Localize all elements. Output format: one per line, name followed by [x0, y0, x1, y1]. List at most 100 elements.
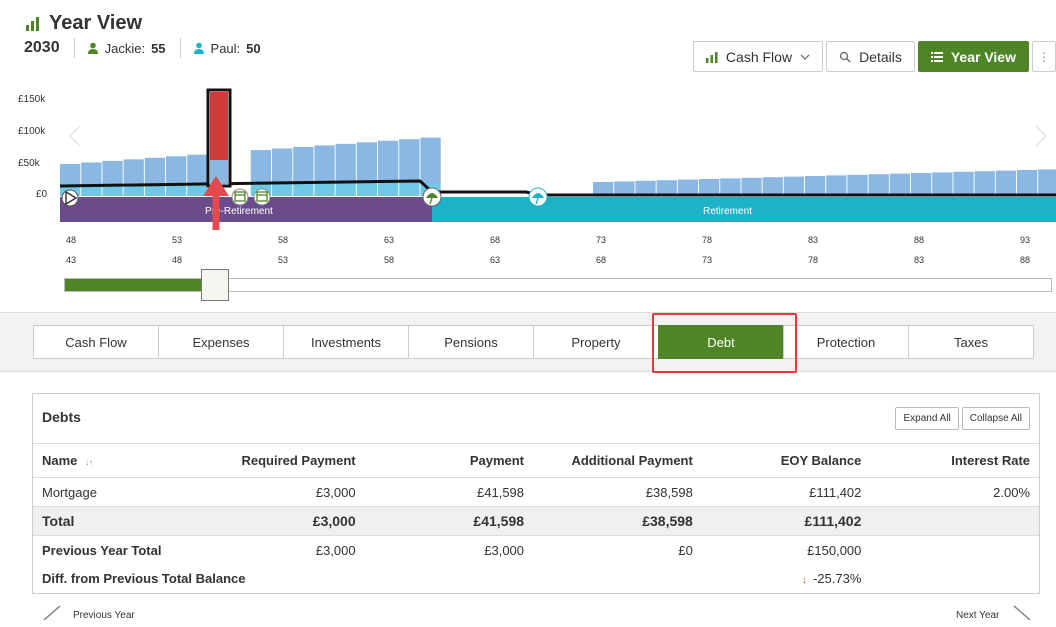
- chart-scroll-left-icon[interactable]: [68, 125, 81, 147]
- age-label: 48: [172, 255, 183, 265]
- cell: Mortgage: [33, 477, 183, 507]
- age-label: 78: [702, 235, 713, 245]
- cash-flow-bar-base: [314, 184, 335, 196]
- tab-debt[interactable]: Debt: [658, 325, 784, 359]
- expand-all-button[interactable]: Expand All: [895, 407, 959, 430]
- age-label: 88: [1020, 255, 1031, 265]
- cash-flow-bar[interactable]: [614, 181, 635, 194]
- cash-flow-bar[interactable]: [81, 162, 102, 184]
- cash-flow-bar[interactable]: [60, 164, 81, 184]
- collapse-all-button[interactable]: Collapse All: [961, 407, 1030, 430]
- cash-flow-bar[interactable]: [1017, 170, 1038, 194]
- cell: £3,000: [182, 506, 365, 536]
- calendar-event-icon[interactable]: [231, 188, 249, 206]
- cash-flow-bar[interactable]: [420, 137, 441, 184]
- retirement-umbrella-icon[interactable]: [528, 187, 548, 207]
- cash-flow-bar[interactable]: [995, 170, 1017, 194]
- cash-flow-bar[interactable]: [656, 180, 677, 194]
- column-header: Payment: [364, 443, 534, 478]
- cash-flow-bar-base: [293, 184, 314, 196]
- cash-flow-bar[interactable]: [677, 179, 699, 194]
- cash-flow-bar[interactable]: [102, 160, 123, 184]
- cash-flow-bar[interactable]: [378, 140, 399, 184]
- cash-flow-bar[interactable]: [356, 142, 378, 184]
- tab-protection[interactable]: Protection: [783, 325, 909, 359]
- cash-flow-bar[interactable]: [953, 171, 974, 194]
- cash-flow-bar[interactable]: [762, 177, 783, 194]
- cash-flow-bar[interactable]: [868, 174, 889, 194]
- cash-flow-bar[interactable]: [635, 180, 656, 194]
- year-view-button[interactable]: Year View: [917, 41, 1029, 72]
- chart-canvas[interactable]: Pre-Retirement Retirement: [0, 80, 1056, 230]
- sort-icon[interactable]: ↓↑: [85, 458, 93, 467]
- cash-flow-dropdown[interactable]: Cash Flow: [692, 41, 824, 72]
- tab-expenses[interactable]: Expenses: [158, 325, 284, 359]
- details-button[interactable]: Details: [826, 41, 915, 72]
- cash-flow-bar[interactable]: [314, 145, 335, 184]
- retirement-umbrella-icon[interactable]: [422, 187, 442, 207]
- previous-year-link[interactable]: Previous Year: [40, 605, 135, 621]
- cash-flow-bar-base: [272, 184, 293, 196]
- cash-flow-bar[interactable]: [250, 150, 272, 184]
- tab-pensions[interactable]: Pensions: [408, 325, 534, 359]
- retirement-label: Retirement: [703, 206, 752, 217]
- cash-flow-bar-base: [335, 184, 356, 196]
- panel-title: Debts: [42, 409, 81, 425]
- column-header: EOY Balance: [701, 443, 871, 478]
- cash-flow-bar[interactable]: [805, 176, 826, 194]
- timeline-scroll-handle[interactable]: [201, 269, 229, 301]
- page-title: Year View: [49, 12, 143, 34]
- cash-flow-bar[interactable]: [272, 148, 293, 185]
- play-marker-icon[interactable]: [61, 189, 79, 207]
- cash-flow-bar[interactable]: [741, 177, 762, 194]
- cash-flow-bar[interactable]: [123, 159, 144, 184]
- age-label: 68: [596, 255, 607, 265]
- cash-flow-bar[interactable]: [293, 146, 314, 184]
- cash-flow-bar[interactable]: [699, 179, 720, 194]
- bar-chart-icon: [26, 16, 39, 31]
- column-header-name[interactable]: Name ↓↑: [33, 443, 183, 478]
- year-view-label: Year View: [950, 48, 1016, 65]
- calendar-event-icon[interactable]: [253, 188, 271, 206]
- cash-flow-bar-base: [378, 184, 399, 196]
- chart-scroll-right-icon[interactable]: [1035, 125, 1048, 147]
- tab-property[interactable]: Property: [533, 325, 659, 359]
- cash-flow-bar[interactable]: [187, 154, 208, 184]
- view-switcher: Cash Flow Details Year View ⋮: [692, 41, 1056, 72]
- more-options-button[interactable]: ⋮: [1032, 41, 1056, 72]
- age-label: 88: [914, 235, 925, 245]
- column-header: Interest Rate: [870, 443, 1039, 478]
- cash-flow-bar[interactable]: [783, 176, 805, 194]
- title-row: Year View: [25, 12, 142, 35]
- cash-flow-bar[interactable]: [932, 172, 953, 194]
- cash-flow-bar[interactable]: [593, 182, 614, 194]
- table-row[interactable]: Mortgage £3,000 £41,598 £38,598 £111,402…: [33, 477, 1039, 507]
- next-year-link[interactable]: Next Year: [956, 605, 1031, 621]
- list-icon: [930, 51, 943, 62]
- cash-flow-bar[interactable]: [335, 143, 356, 184]
- cell: £41,598: [364, 477, 534, 507]
- cash-flow-bar[interactable]: [826, 175, 847, 194]
- cash-flow-bar[interactable]: [144, 157, 166, 184]
- cash-flow-bar[interactable]: [166, 156, 187, 184]
- cash-flow-bar[interactable]: [889, 173, 911, 194]
- cell: £150,000: [701, 535, 871, 565]
- age-label: 53: [278, 255, 289, 265]
- tab-investments[interactable]: Investments: [283, 325, 409, 359]
- cash-flow-bar[interactable]: [1038, 169, 1056, 194]
- cash-flow-bar[interactable]: [911, 173, 932, 194]
- age-label: 63: [490, 255, 501, 265]
- difference-row: Diff. from Previous Total Balance ↓ -25.7…: [33, 565, 1039, 593]
- kebab-icon: ⋮: [1038, 49, 1050, 64]
- cash-flow-bar[interactable]: [974, 171, 995, 194]
- chevron-down-icon: [800, 54, 810, 60]
- tab-taxes[interactable]: Taxes: [908, 325, 1034, 359]
- previous-year-label: Previous Year: [73, 610, 135, 621]
- cell: £38,598: [533, 506, 702, 536]
- cash-flow-bar[interactable]: [399, 139, 420, 184]
- tab-cash-flow[interactable]: Cash Flow: [33, 325, 159, 359]
- cash-flow-bar[interactable]: [847, 174, 868, 194]
- timeline-scroll-fill: [65, 279, 205, 291]
- cash-flow-bar[interactable]: [720, 178, 741, 194]
- person-name: Paul:: [210, 40, 241, 56]
